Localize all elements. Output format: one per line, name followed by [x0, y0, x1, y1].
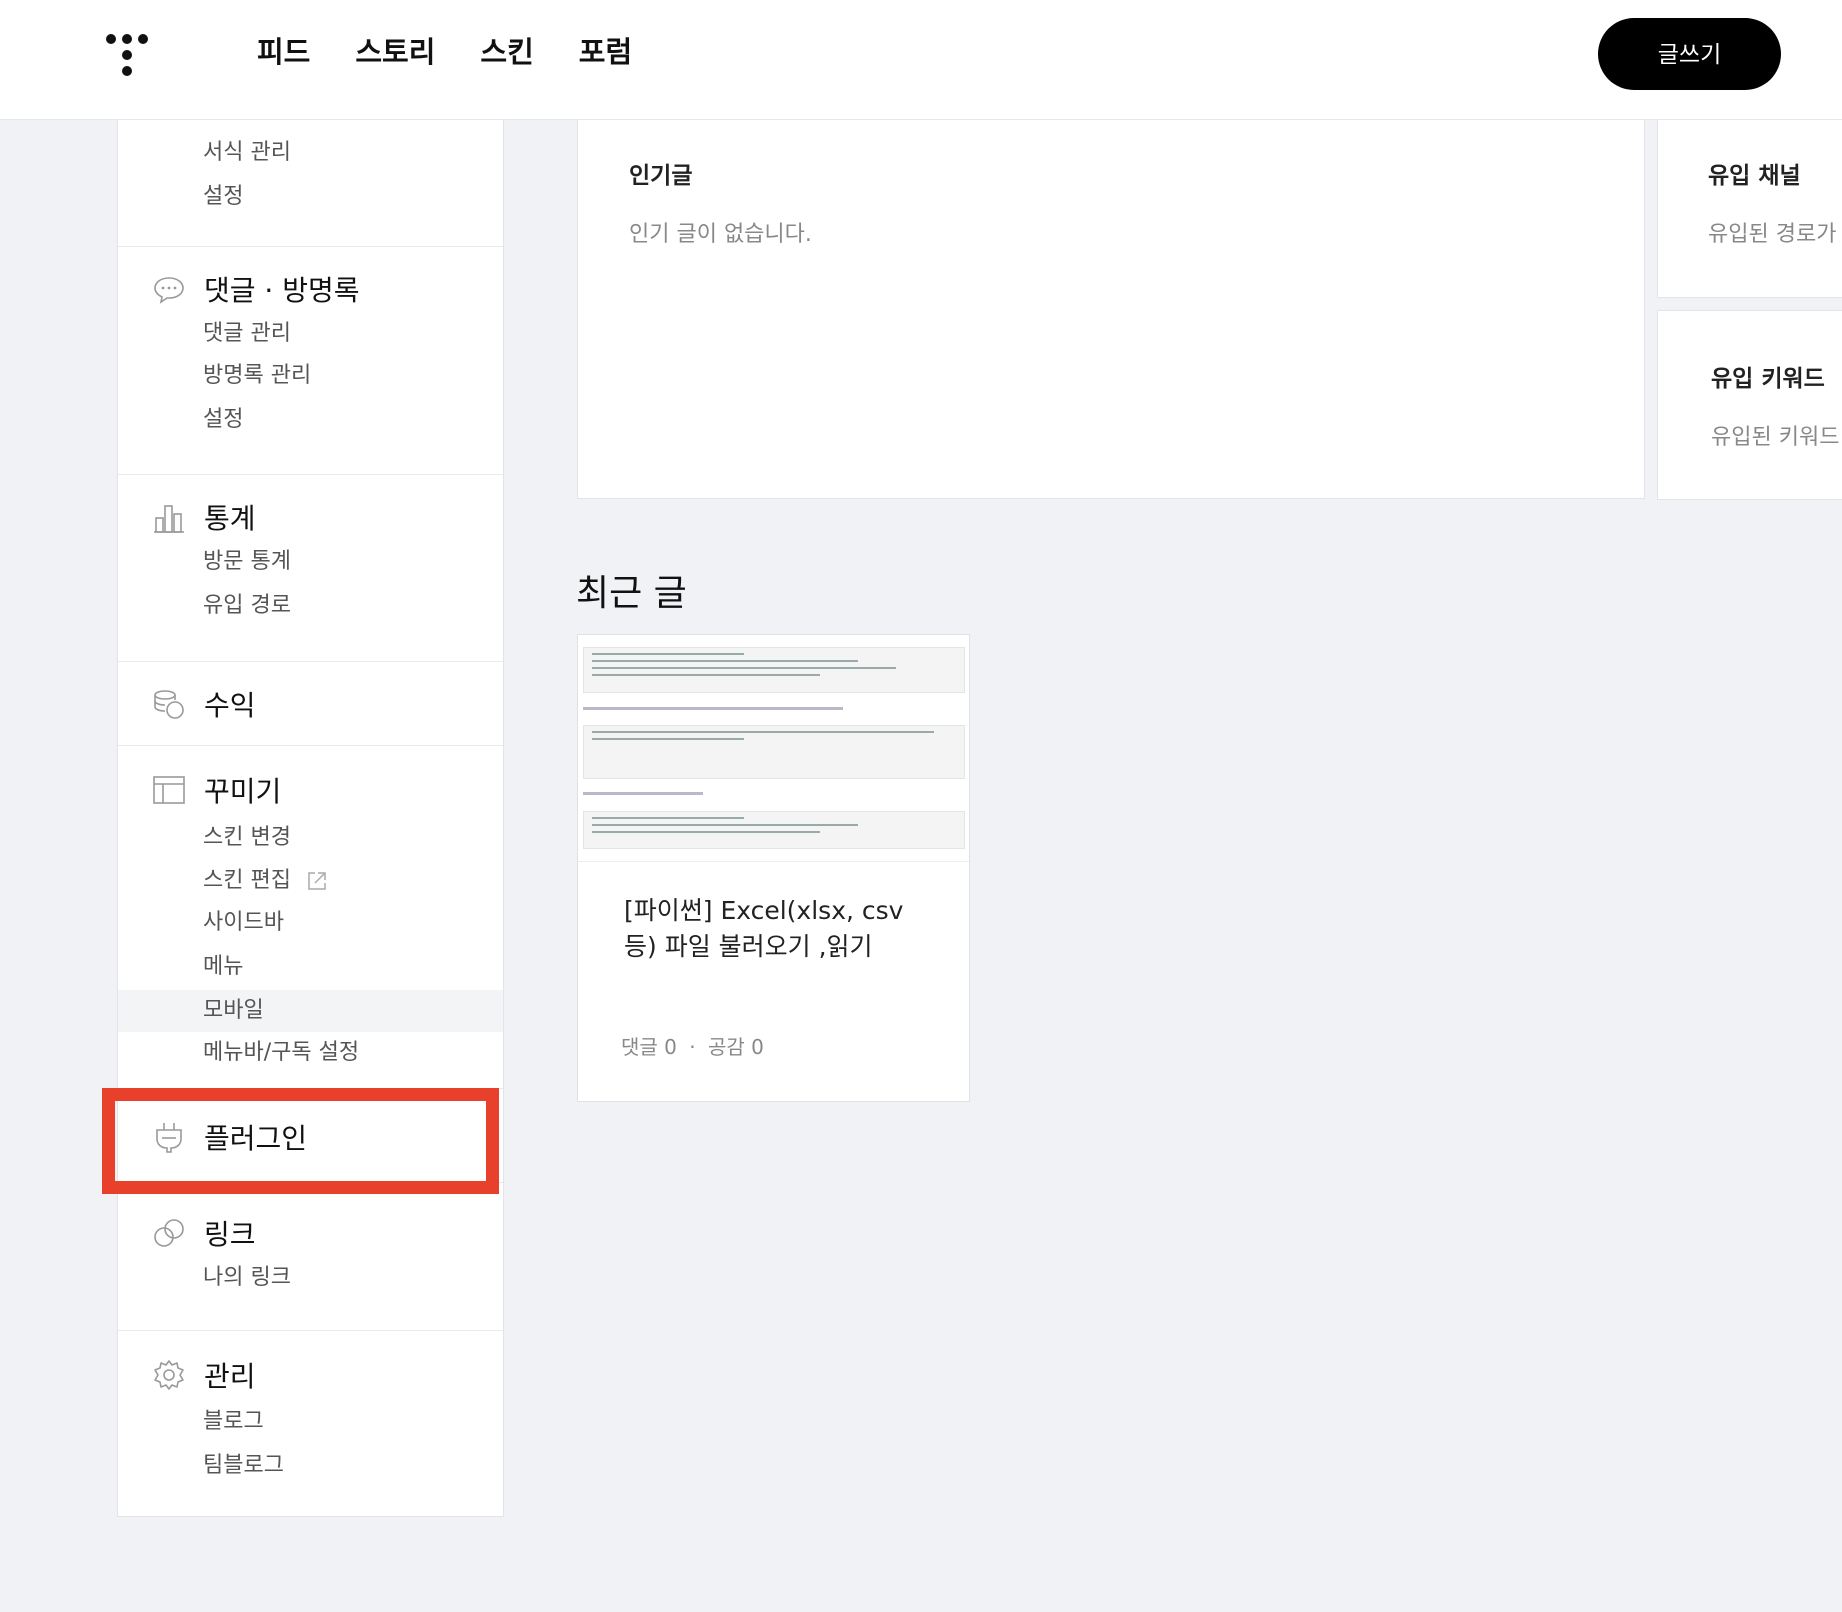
post-like-count: 공감 0 — [707, 1035, 764, 1059]
sidebar-title-link: 링크 — [204, 1218, 256, 1251]
post-title[interactable]: [파이썬] Excel(xlsx, csv 등) 파일 불러오기 ,읽기 — [624, 893, 944, 965]
sidebar-section-comments: 댓글 · 방명록 댓글 관리 방명록 관리 설정 — [118, 247, 503, 475]
inflow-keyword-card: 유입 키워드 유입된 키워드 — [1657, 310, 1842, 500]
plugin-highlight-box — [102, 1088, 499, 1194]
sidebar-header-manage[interactable]: 관리 — [152, 1355, 256, 1395]
sidebar-section-decorate: 꾸미기 스킨 변경 스킨 편집 사이드바 메뉴 모바일 메뉴바/구독 설정 — [118, 746, 503, 1089]
sidebar-title-stats: 통계 — [204, 502, 256, 535]
sidebar-item-comment-settings[interactable]: 설정 — [203, 405, 243, 435]
sidebar-item-inflow-path[interactable]: 유입 경로 — [203, 591, 291, 621]
sidebar-item-visit-stats[interactable]: 방문 통계 — [203, 547, 291, 577]
sidebar-header-revenue[interactable]: 수익 — [152, 684, 256, 724]
sidebar-item-skin-edit[interactable]: 스킨 편집 — [203, 866, 328, 896]
skin-edit-label: 스킨 편집 — [203, 868, 291, 893]
sidebar-item-mobile[interactable]: 모바일 — [118, 990, 503, 1032]
nav-story[interactable]: 스토리 — [355, 30, 435, 74]
inflow-keyword-empty: 유입된 키워드 — [1711, 425, 1840, 450]
inflow-channel-empty: 유입된 경로가 — [1708, 222, 1837, 247]
sidebar-item-blog[interactable]: 블로그 — [203, 1407, 264, 1437]
sidebar-section-stats: 통계 방문 통계 유입 경로 — [118, 475, 503, 662]
top-header: 피드 스토리 스킨 포럼 글쓰기 — [0, 0, 1842, 120]
layout-icon — [153, 776, 185, 804]
sidebar-section-partial: 서식 관리 설정 — [118, 100, 503, 247]
recent-post-card[interactable]: [파이썬] Excel(xlsx, csv 등) 파일 불러오기 ,읽기 댓글 … — [577, 634, 970, 1102]
bar-chart-icon — [154, 505, 184, 533]
sidebar-section-link: 링크 나의 링크 — [118, 1183, 503, 1331]
sidebar-item-template[interactable]: 서식 관리 — [203, 138, 291, 168]
admin-sidebar: 서식 관리 설정 댓글 · 방명록 댓글 관리 방명록 관리 설정 통계 방문 … — [117, 100, 504, 1517]
sidebar-title-manage: 관리 — [204, 1360, 256, 1393]
sidebar-item-team-blog[interactable]: 팀블로그 — [203, 1451, 284, 1481]
sidebar-item-skin-change[interactable]: 스킨 변경 — [203, 823, 291, 853]
sidebar-section-manage: 관리 블로그 팀블로그 — [118, 1331, 503, 1516]
sidebar-title-decorate: 꾸미기 — [204, 775, 282, 808]
external-link-icon — [308, 872, 326, 890]
link-icon — [154, 1219, 184, 1247]
write-button[interactable]: 글쓰기 — [1598, 18, 1781, 90]
sidebar-header-decorate[interactable]: 꾸미기 — [152, 770, 281, 810]
sidebar-header-link[interactable]: 링크 — [152, 1213, 256, 1253]
sidebar-item-sidebar[interactable]: 사이드바 — [203, 908, 284, 938]
sidebar-header-comments[interactable]: 댓글 · 방명록 — [152, 269, 360, 309]
popular-posts-empty: 인기 글이 없습니다. — [629, 222, 812, 247]
sidebar-section-revenue: 수익 — [118, 662, 503, 746]
sidebar-header-stats[interactable]: 통계 — [152, 497, 256, 537]
sidebar-item-settings[interactable]: 설정 — [203, 182, 243, 212]
speech-bubble-icon — [154, 277, 184, 304]
sidebar-item-menubar-subscribe[interactable]: 메뉴바/구독 설정 — [203, 1038, 359, 1068]
nav-feed[interactable]: 피드 — [257, 30, 310, 74]
recent-posts-heading: 최근 글 — [576, 573, 687, 614]
meta-separator: · — [689, 1035, 696, 1059]
sidebar-item-my-link[interactable]: 나의 링크 — [203, 1263, 291, 1293]
popular-posts-title: 인기글 — [629, 163, 693, 189]
sidebar-item-guestbook-manage[interactable]: 방명록 관리 — [203, 361, 311, 391]
inflow-channel-title: 유입 채널 — [1708, 163, 1801, 189]
sidebar-item-comment-manage[interactable]: 댓글 관리 — [203, 319, 291, 349]
coins-icon — [154, 690, 184, 719]
main-nav: 피드 스토리 스킨 포럼 — [257, 30, 677, 74]
post-thumbnail — [578, 635, 969, 862]
sidebar-title-comments: 댓글 · 방명록 — [204, 274, 360, 307]
popular-posts-card: 인기글 인기 글이 없습니다. — [577, 100, 1645, 499]
nav-skin[interactable]: 스킨 — [480, 30, 533, 74]
sidebar-item-menu[interactable]: 메뉴 — [203, 952, 243, 982]
nav-forum[interactable]: 포럼 — [579, 30, 632, 74]
inflow-channel-card: 유입 채널 유입된 경로가 — [1657, 100, 1842, 298]
post-comment-count: 댓글 0 — [621, 1035, 677, 1059]
tistory-logo[interactable] — [100, 30, 156, 80]
post-meta: 댓글 0 · 공감 0 — [621, 1031, 764, 1060]
inflow-keyword-title: 유입 키워드 — [1711, 366, 1825, 392]
gear-icon — [154, 1360, 184, 1390]
sidebar-title-revenue: 수익 — [204, 689, 256, 722]
